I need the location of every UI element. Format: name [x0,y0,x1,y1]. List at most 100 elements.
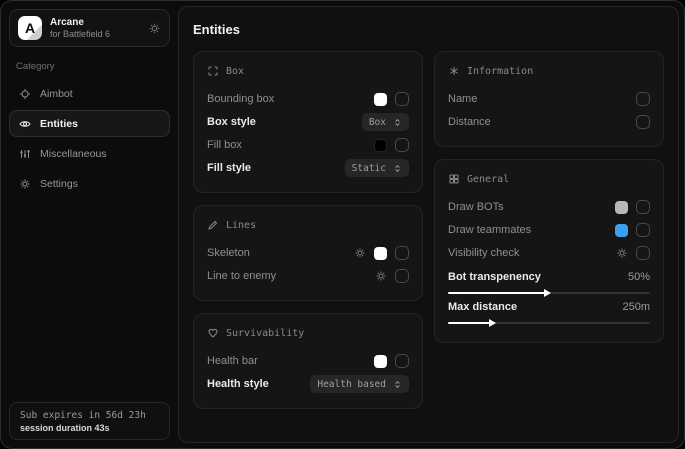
color-swatch[interactable] [615,201,628,214]
fill-box-checkbox[interactable] [395,138,409,152]
setting-row-distance: Distance [448,111,650,133]
setting-row-bounding-box: Bounding box [207,88,409,110]
chevron-up-down-icon [393,380,402,389]
setting-label: Box style [207,116,256,128]
name-checkbox[interactable] [636,92,650,106]
color-swatch[interactable] [374,355,387,368]
fill-style-dropdown[interactable]: Static [345,159,409,177]
lines-card: Lines Skeleton [193,205,423,301]
gear-icon [19,178,31,190]
setting-label: Draw teammates [448,224,531,236]
entities-icon [19,118,31,130]
dropdown-value: Health based [317,379,386,390]
information-card: Information Name Distance [434,51,664,147]
skeleton-checkbox[interactable] [395,246,409,260]
dropdown-value: Box [369,117,386,128]
dropdown-value: Static [352,163,386,174]
setting-row-draw-teammates: Draw teammates [448,219,650,241]
slider-value: 250m [622,301,650,313]
sidebar-item-miscellaneous[interactable]: Miscellaneous [9,140,170,167]
color-swatch[interactable] [374,93,387,106]
app-window: A Arcane for Battlefield 6 Category Aimb… [0,0,685,449]
setting-row-fill-box: Fill box [207,134,409,156]
box-style-dropdown[interactable]: Box [362,113,409,131]
sidebar-item-settings[interactable]: Settings [9,170,170,197]
setting-label: Skeleton [207,247,250,259]
pencil-line-icon [207,219,219,231]
setting-row-draw-bots: Draw BOTs [448,196,650,218]
sidebar-item-entities[interactable]: Entities [9,110,170,137]
visibility-check-checkbox[interactable] [636,246,650,260]
setting-label: Name [448,93,477,105]
setting-label: Bot transpenency [448,271,541,283]
chevron-up-down-icon [393,164,402,173]
crosshair-icon [19,88,31,100]
card-title: General [467,174,509,185]
draw-bots-checkbox[interactable] [636,200,650,214]
card-title: Information [467,66,533,77]
setting-label: Visibility check [448,247,519,259]
draw-teammates-checkbox[interactable] [636,223,650,237]
chevron-up-down-icon [393,118,402,127]
line-to-enemy-checkbox[interactable] [395,269,409,283]
color-swatch[interactable] [615,224,628,237]
session-duration-text: session duration 43s [20,423,159,433]
setting-label: Line to enemy [207,270,276,282]
subscription-card: Sub expires in 56d 23h session duration … [9,402,170,440]
info-star-icon [448,65,460,77]
app-tagline: for Battlefield 6 [50,29,140,39]
gear-icon[interactable] [616,247,628,259]
setting-label: Health bar [207,355,258,367]
bot-transparency-slider-group: Bot transpenency 50% [448,271,650,294]
max-distance-slider[interactable] [448,322,650,324]
bounding-box-checkbox[interactable] [395,92,409,106]
setting-row-visibility-check: Visibility check [448,242,650,264]
bot-transparency-slider[interactable] [448,292,650,294]
setting-row-health-style: Health style Health based [207,373,409,395]
sliders-icon [19,148,31,160]
health-bar-checkbox[interactable] [395,354,409,368]
color-swatch[interactable] [374,139,387,152]
setting-row-name: Name [448,88,650,110]
survivability-card: Survivability Health bar Health style [193,313,423,409]
page-title: Entities [193,22,664,37]
slider-thumb[interactable] [544,289,551,297]
setting-label: Fill style [207,162,251,174]
setting-row-line-to-enemy: Line to enemy [207,265,409,287]
setting-row-health-bar: Health bar [207,350,409,372]
sidebar-item-label: Aimbot [40,88,73,100]
app-name: Arcane [50,17,140,29]
app-logo: A [18,16,42,40]
setting-label: Distance [448,116,491,128]
sidebar-item-label: Settings [40,178,78,190]
max-distance-slider-group: Max distance 250m [448,301,650,324]
gear-icon[interactable] [354,247,366,259]
slider-value: 50% [628,271,650,283]
setting-label: Draw BOTs [448,201,504,213]
distance-checkbox[interactable] [636,115,650,129]
setting-row-fill-style: Fill style Static [207,157,409,179]
general-card: General Draw BOTs Draw teammates [434,159,664,343]
box-card: Box Bounding box Box style Box [193,51,423,193]
slider-thumb[interactable] [489,319,496,327]
setting-label: Health style [207,378,269,390]
box-corners-icon [207,65,219,77]
sidebar-item-label: Entities [40,118,78,130]
gear-icon[interactable] [375,270,387,282]
color-swatch[interactable] [374,247,387,260]
card-title: Survivability [226,328,304,339]
gear-icon[interactable] [148,22,161,35]
card-title: Box [226,66,244,77]
sub-expires-text: Sub expires in 56d 23h [20,410,159,421]
main-panel: Entities Box Bounding box [178,6,679,443]
setting-label: Max distance [448,301,517,313]
sidebar: A Arcane for Battlefield 6 Category Aimb… [1,1,178,448]
sidebar-item-aimbot[interactable]: Aimbot [9,80,170,107]
setting-label: Bounding box [207,93,274,105]
grid-icon [448,173,460,185]
setting-row-box-style: Box style Box [207,111,409,133]
card-title: Lines [226,220,256,231]
logo-card: A Arcane for Battlefield 6 [9,9,170,47]
setting-label: Fill box [207,139,242,151]
health-style-dropdown[interactable]: Health based [310,375,409,393]
